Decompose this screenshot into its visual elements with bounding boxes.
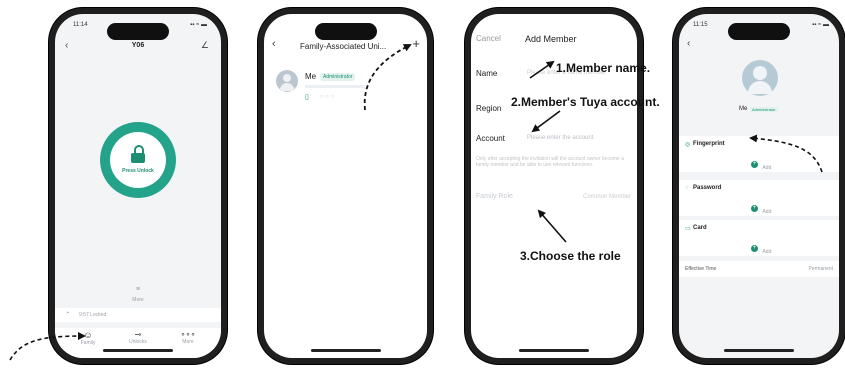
dynamic-island [728,23,790,40]
account-label: Account [476,134,505,143]
phone-family-list: ‹ Family-Associated Uni... + Me Administ… [258,8,433,364]
member-name: Me [305,72,317,81]
member-name: Me [739,106,748,112]
add-card-button[interactable]: + Add [751,240,771,258]
family-role-value[interactable]: Common Member [583,194,631,200]
member-detail-screen: 11:15 ▪▪ ≈ ▬ ‹ Me Administrator ◎ Finger… [679,14,839,358]
page-title: Family-Associated Uni... [300,42,387,51]
tab-unlocks[interactable]: ⊸ Unlocks [123,330,153,345]
family-role-row[interactable]: Family Role Common Member [471,186,637,208]
bottom-tab-bar: ☺ Family ⊸ Unlocks ∘∘∘ More [55,328,221,358]
add-icon: + [751,161,758,169]
card-label: Card [693,225,707,231]
tab-more-label: More [182,339,194,345]
account-input[interactable]: Please enter the account [527,135,593,141]
add-card-label: Add [762,249,772,255]
member-detail-icons: ○ ○ ○ [320,94,335,100]
home-indicator [310,349,381,352]
status-icons: ▪▪ ≈ ▬ [812,22,829,28]
add-password-label: Add [762,209,772,215]
fingerprint-icon: ◎ [685,142,691,148]
effective-time-label: Effective Time [685,266,717,272]
phone-member-detail: 11:15 ▪▪ ≈ ▬ ‹ Me Administrator ◎ Finger… [673,8,845,364]
phone-icon: ▯ [305,94,309,101]
fingerprint-label: Fingerprint [693,141,725,147]
password-label: Password [693,185,722,191]
add-icon: + [751,245,758,253]
page-title: Add Member [525,34,577,44]
add-fingerprint-label: Add [762,165,772,171]
more-dots-icon: ∘∘∘ [180,330,196,339]
press-unlock-label: Press Unlock [122,168,154,174]
tab-more[interactable]: ∘∘∘ More [173,330,203,345]
family-list-screen: ‹ Family-Associated Uni... + Me Administ… [264,14,427,358]
dynamic-island [107,23,169,40]
add-icon: + [751,205,758,213]
unlock-ring-inner: Press Unlock [110,132,166,188]
fingerprint-section: ◎ Fingerprint + Add [679,136,839,172]
more-small-icon[interactable]: ≡ [55,286,221,293]
role-badge: Administrator [320,73,356,81]
back-icon[interactable]: ‹ [272,38,276,50]
status-time: 11:15 [693,22,708,28]
bell-icon: ◔ [65,310,70,317]
cancel-button[interactable]: Cancel [476,34,501,43]
more-small-label: More [132,297,144,303]
password-section: ◌ Password + Add [679,180,839,216]
step2-annotation: 2.Member's Tuya account. [511,95,660,109]
tab-family[interactable]: ☺ Family [73,330,103,346]
back-icon[interactable]: ‹ [687,38,690,49]
dynamic-island [314,23,377,40]
step1-annotation: 1.Member name. [556,61,651,75]
password-icon: ◌ [685,185,689,191]
add-fingerprint-button[interactable]: + Add [751,156,771,174]
region-label: Region [476,104,502,113]
unlock-record-row[interactable]: ◔ 9:57 Locked [55,308,221,322]
unlock-ring[interactable]: Press Unlock [100,122,176,198]
card-icon: ▭ [685,226,691,232]
effective-time-row[interactable]: Effective Time Permanent [679,261,839,277]
lock-home-screen: 11:14 ▪▪ ≈ ▬ ‹ Y06 ∠ Press Unlock ≡ More… [55,14,221,358]
home-indicator [103,349,173,352]
invitation-note: Only after accepting the invitation will… [476,156,624,168]
status-icons: ▪▪ ≈ ▬ [190,22,207,28]
card-section: ▭ Card + Add [679,220,839,256]
tab-unlocks-label: Unlocks [129,339,147,345]
phone-lock-home: 11:14 ▪▪ ≈ ▬ ‹ Y06 ∠ Press Unlock ≡ More… [49,8,227,364]
record-text: 9:57 Locked [79,312,107,318]
edit-icon[interactable]: ∠ [201,40,209,51]
tab-family-label: Family [80,340,96,346]
add-password-button[interactable]: + Add [751,200,771,218]
role-badge: Administrator [750,107,778,112]
status-time: 11:14 [73,22,88,28]
home-indicator [724,349,794,352]
page-title: Y06 [131,42,145,49]
add-member-icon[interactable]: + [412,36,420,51]
name-label: Name [476,69,498,78]
member-detail-line [305,85,365,88]
key-icon: ⊸ [134,330,142,339]
avatar [742,60,778,96]
member-item[interactable]: Me Administrator ▯ ○ ○ ○ [264,66,427,112]
step3-annotation: 3.Choose the role [520,249,621,263]
avatar [276,70,298,92]
user-icon: ☺ [83,330,93,340]
effective-time-value: Permanent [808,266,833,272]
lock-icon [131,145,145,163]
account-field-row[interactable]: Account Please enter the account [471,124,637,150]
home-indicator [519,349,589,352]
family-role-label: Family Role [476,193,513,200]
